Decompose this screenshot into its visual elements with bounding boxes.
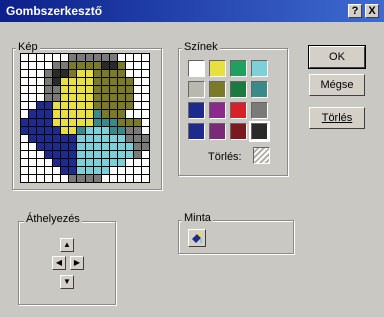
color-swatch[interactable] — [188, 102, 205, 119]
color-swatch[interactable] — [249, 121, 270, 142]
color-swatch[interactable] — [188, 60, 205, 77]
move-down-button[interactable]: ▼ — [60, 275, 74, 289]
color-swatch[interactable] — [230, 123, 247, 140]
picture-label: Kép — [16, 41, 40, 53]
color-swatch[interactable] — [251, 81, 268, 98]
move-left-button[interactable]: ◀ — [52, 256, 66, 270]
colors-label: Színek — [182, 41, 220, 53]
color-swatch[interactable] — [209, 60, 226, 77]
color-swatch[interactable] — [251, 60, 268, 77]
sample-label: Minta — [182, 212, 213, 224]
window-title: Gombszerkesztő — [6, 4, 103, 18]
pixel-editor-grid[interactable] — [20, 53, 150, 183]
move-right-button[interactable]: ▶ — [70, 256, 84, 270]
color-palette — [188, 60, 270, 142]
help-button[interactable]: ? — [348, 4, 362, 18]
ok-button[interactable]: OK — [308, 45, 366, 69]
color-swatch[interactable] — [209, 102, 226, 119]
move-up-button[interactable]: ▲ — [60, 238, 74, 252]
sample-button[interactable] — [188, 229, 206, 247]
erase-color-swatch[interactable] — [253, 147, 270, 164]
color-swatch[interactable] — [188, 123, 205, 140]
color-swatch[interactable] — [251, 102, 268, 119]
color-swatch[interactable] — [230, 102, 247, 119]
color-swatch[interactable] — [230, 60, 247, 77]
color-swatch[interactable] — [209, 81, 226, 98]
color-swatch[interactable] — [188, 81, 205, 98]
close-button[interactable]: X — [365, 4, 379, 18]
color-swatch[interactable] — [209, 123, 226, 140]
color-swatch[interactable] — [230, 81, 247, 98]
move-label: Áthelyezés — [24, 213, 82, 225]
erase-color-label: Törlés: — [208, 151, 242, 163]
paint-bucket-icon — [192, 232, 202, 243]
title-bar: Gombszerkesztő ? X — [0, 0, 384, 22]
clear-button[interactable]: Törlés — [309, 107, 365, 129]
cancel-button[interactable]: Mégse — [309, 74, 365, 96]
move-group — [18, 221, 116, 305]
